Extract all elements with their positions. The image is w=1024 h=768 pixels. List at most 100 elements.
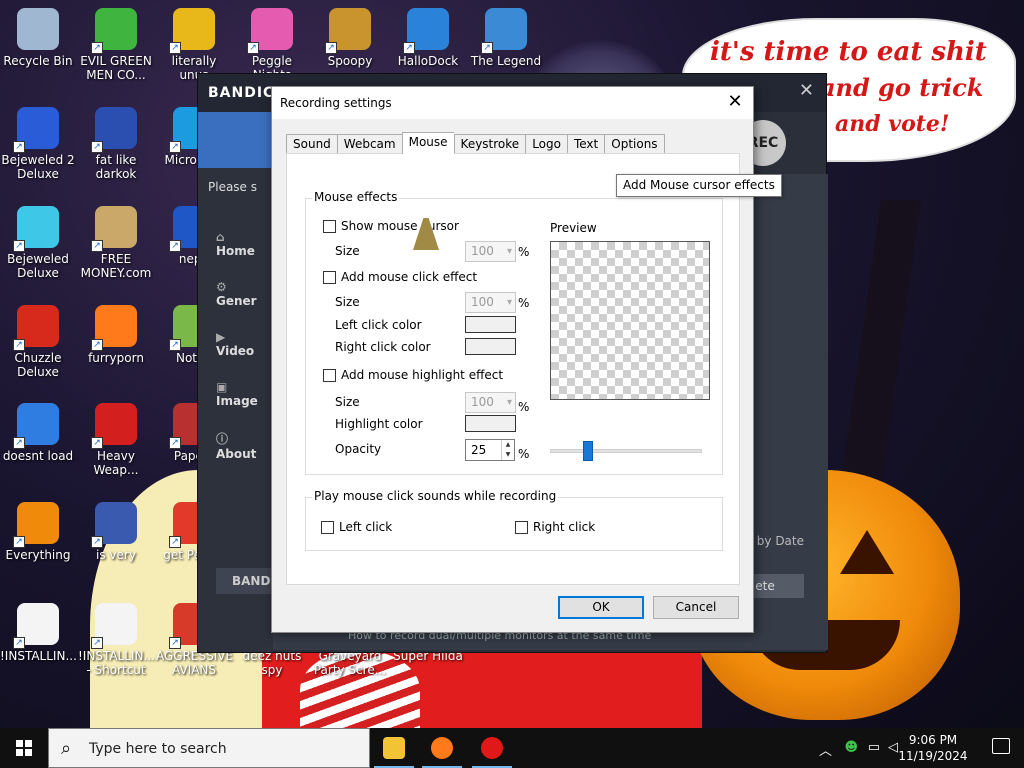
people-icon[interactable]: ☻ [844,740,858,755]
app-icon: ↗ [91,107,137,153]
desktop-icon[interactable]: ↗ Spoopy [312,8,388,68]
desktop-icon[interactable]: ↗ doesnt load [0,403,76,463]
desktop-icon[interactable]: ↗ is very [78,502,154,562]
bandicam-logo: BANDIC [208,85,275,101]
desktop-icon[interactable]: Recycle Bin [0,8,76,68]
checkbox-box[interactable] [515,520,528,534]
desktop-icon[interactable]: ↗ Everything [0,502,76,562]
desktop-icon-label: Heavy Weap... [93,449,139,477]
mouse-effects-group: Mouse effects Show mouse cursor Size 100… [305,190,723,475]
desktop-icon[interactable]: ↗ HalloDock [390,8,466,68]
stepper-arrows[interactable]: ▲ ▼ [501,440,514,460]
shortcut-arrow-icon: ↗ [481,42,493,54]
bandicam-nav-item[interactable]: ▶Video [216,330,273,358]
desktop-icon[interactable]: ↗ fat like darkok [78,107,154,181]
desktop-icon[interactable]: ↗ !INSTALLIN... [0,603,77,663]
checkbox-label: Add mouse click effect [341,270,478,284]
tab-logo[interactable]: Logo [525,134,567,154]
tab-keystroke[interactable]: Keystroke [453,134,526,154]
bandicam-nav-item[interactable]: ⚙Gener [216,280,273,308]
ok-button[interactable]: OK [558,596,644,619]
right-click-sound-checkbox[interactable]: Right click [515,520,595,534]
desktop-icon[interactable]: ↗ The Legend [468,8,544,68]
opacity-stepper[interactable]: 25 ▲ ▼ [465,439,515,461]
checkbox-box[interactable] [323,270,336,284]
percent-label: % [518,245,530,259]
taskbar-app-firefox[interactable] [418,728,466,768]
bandicam-icon [481,737,503,759]
bandicam-close-icon[interactable]: ✕ [799,80,814,101]
group-title: Play mouse click sounds while recording [312,489,559,503]
chevron-up-icon[interactable]: ︿ [819,740,832,759]
group-title: Mouse effects [312,190,400,204]
app-icon: ↗ [13,305,59,351]
bandicam-nav-item[interactable]: ⓘAbout [216,430,273,461]
opacity-slider-track[interactable] [550,449,702,453]
search-box[interactable]: ⌕ Type here to search [48,728,370,768]
app-icon: ↗ [91,8,137,54]
tab-mouse[interactable]: Mouse [401,132,454,154]
bandicam-nav-label: Gener [216,294,257,308]
show-mouse-cursor-checkbox[interactable]: Show mouse cursor [323,219,459,233]
speech-line: it's time to eat shit [710,37,987,67]
desktop-icon-label: doesnt load [2,449,74,463]
app-icon: ↗ [13,502,59,548]
checkbox-box[interactable] [323,219,336,233]
gear-icon: ⚙ [216,280,227,294]
checkbox-box[interactable] [323,368,336,382]
notification-icon[interactable] [992,738,1010,754]
desktop-icon-label: AGGRESSIVE AVIANS [156,649,234,677]
click-size-combo[interactable]: 100 ▾ [465,292,516,313]
desktop-icon[interactable]: ↗ Bejeweled Deluxe [0,206,76,280]
desktop-icon[interactable]: ↗ Chuzzle Deluxe [0,305,76,379]
tooltip: Add Mouse cursor effects [616,174,782,197]
network-icon[interactable]: ▭ [868,740,880,755]
start-button[interactable] [0,728,48,768]
taskbar-app-file-explorer[interactable] [370,728,418,768]
desktop-icon[interactable]: ↗ !INSTALLIN... - Shortcut [78,603,155,677]
desktop-icon[interactable]: ↗ furryporn [78,305,154,365]
tab-webcam[interactable]: Webcam [336,134,402,154]
right-click-color-swatch[interactable] [465,338,516,355]
close-icon[interactable]: ✕ [725,91,745,113]
left-click-color-swatch[interactable] [465,316,516,333]
combo-value: 100 [471,244,494,258]
highlight-size-combo[interactable]: 100 ▾ [465,392,516,413]
mouse-click-effect-checkbox[interactable]: Add mouse click effect [323,270,477,284]
clock[interactable]: 9:06 PM 11/19/2024 [898,732,968,764]
bandicam-nav-item[interactable]: ▣Image [216,380,273,408]
image-icon: ▣ [216,380,228,394]
percent-label: % [518,447,530,461]
cancel-button[interactable]: Cancel [653,596,739,619]
bandicam-nav-item[interactable]: ⌂Home [216,230,273,258]
taskbar-app-bandicam[interactable] [468,728,516,768]
left-click-sound-checkbox[interactable]: Left click [321,520,392,534]
desktop-icon[interactable]: ↗ FREE MONEY.com [78,206,154,280]
checkbox-box[interactable] [321,520,334,534]
shortcut-arrow-icon: ↗ [169,339,181,351]
desktop-icon[interactable]: ↗ EVIL GREEN MEN CO... [78,8,154,82]
volume-icon[interactable]: ◁ [888,740,898,755]
checkbox-label: Right click [533,520,596,534]
desktop-icon[interactable]: ↗ literally unus [156,8,232,82]
app-icon: ↗ [13,206,59,252]
screen-mode-button[interactable] [198,112,273,168]
tab-text[interactable]: Text [566,134,605,154]
desktop-icon[interactable]: ↗Peggle Nights [234,8,310,82]
desktop-icon[interactable]: ↗ Bejeweled 2 Deluxe [0,107,76,181]
desktop-icon-label: Bejeweled 2 Deluxe [1,153,75,181]
desktop-icon[interactable]: ↗ Heavy Weap... [78,403,154,477]
combo-value: 100 [471,395,494,409]
cursor-size-combo[interactable]: 100 ▾ [465,241,516,262]
click-sounds-group: Play mouse click sounds while recording … [305,489,723,551]
recording-settings-dialog: Recording settings ✕ Sound Webcam Mouse Key… [271,86,754,633]
opacity-slider-thumb[interactable] [583,441,593,461]
app-icon: ↗ [91,502,137,548]
mouse-highlight-effect-checkbox[interactable]: Add mouse highlight effect [323,368,503,382]
chevron-down-icon: ▾ [506,397,512,408]
app-icon: ↗ [13,403,59,449]
tab-options[interactable]: Options [604,134,665,154]
desktop-icon-label: !INSTALLIN... [0,649,77,663]
tab-sound[interactable]: Sound [286,134,337,154]
highlight-color-swatch[interactable] [465,415,516,432]
